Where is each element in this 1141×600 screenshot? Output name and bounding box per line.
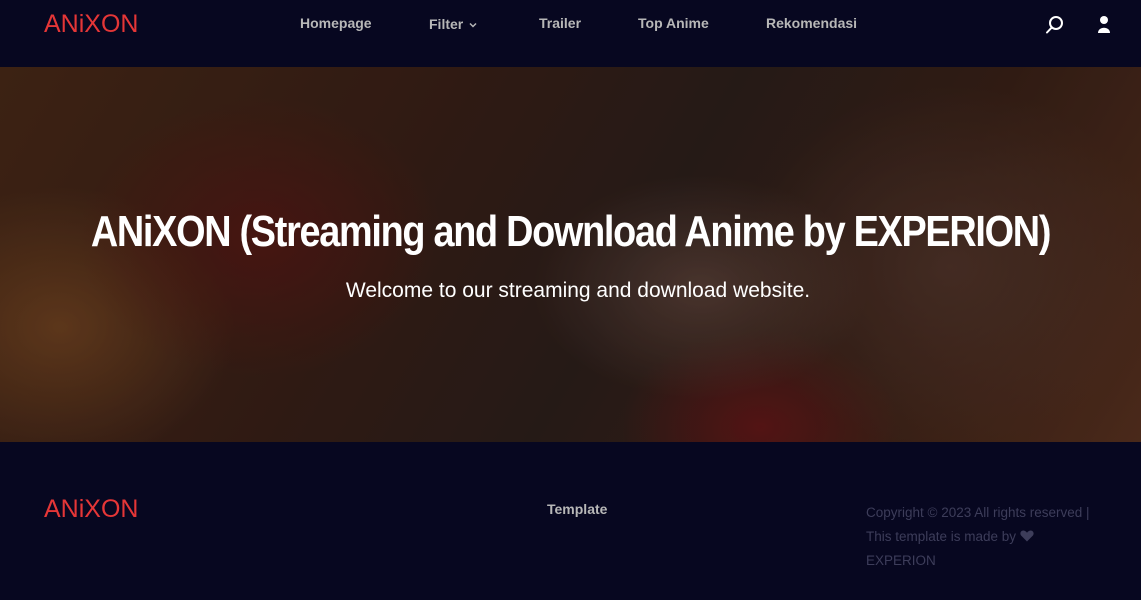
site-logo[interactable]: ANiXON <box>44 10 138 39</box>
nav-item-trailer[interactable]: Trailer <box>539 15 581 31</box>
heart-icon <box>1020 526 1034 550</box>
hero-subtitle: Welcome to our streaming and download we… <box>345 279 811 302</box>
hero-banner: ANiXON (Streaming and Download Anime by … <box>0 67 1141 442</box>
nav-item-top-anime[interactable]: Top Anime <box>638 15 709 31</box>
nav-item-homepage[interactable]: Homepage <box>300 15 372 31</box>
footer-link-template[interactable]: Template <box>547 501 607 517</box>
made-by-line: This template is made by <box>866 525 1126 550</box>
copyright-text: Copyright © 2023 All rights reserved | T… <box>866 501 1126 573</box>
site-header: ANiXON Homepage Filter Trailer Top Anime… <box>0 0 1141 67</box>
copyright-line: Copyright © 2023 All rights reserved | <box>866 505 1090 520</box>
author-link[interactable]: EXPERION <box>866 549 1126 573</box>
search-icon[interactable] <box>1045 15 1065 35</box>
nav-item-filter[interactable]: Filter <box>429 15 477 32</box>
user-icon[interactable] <box>1096 15 1116 35</box>
nav-item-filter-label: Filter <box>429 16 464 32</box>
chevron-down-icon <box>469 15 477 31</box>
site-footer: ANiXON Template Copyright © 2023 All rig… <box>0 442 1141 600</box>
made-by-text: This template is made by <box>866 528 1017 544</box>
footer-logo[interactable]: ANiXON <box>44 495 138 524</box>
nav-item-rekomendasi[interactable]: Rekomendasi <box>766 15 857 31</box>
hero-title: ANiXON (Streaming and Download Anime by … <box>90 207 1052 256</box>
